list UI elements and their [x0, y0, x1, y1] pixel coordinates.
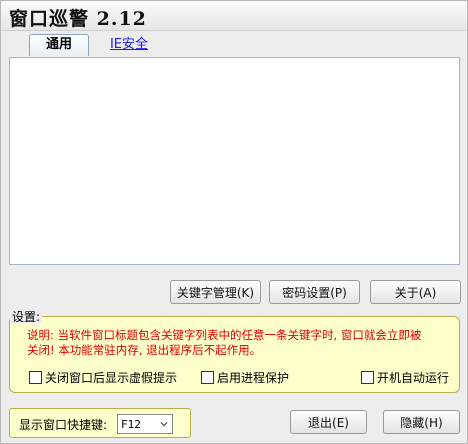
settings-note: 说明: 当软件窗口标题包含关键字列表中的任意一条关键字时, 窗口就会立即被 关闭…: [27, 328, 455, 358]
settings-note-line-2: 关闭! 本功能常驻内存, 退出程序后不起作用。: [27, 343, 262, 357]
tab-ie-security[interactable]: IE安全: [97, 35, 161, 57]
fake-prompt-checkbox[interactable]: 关闭窗口后显示虚假提示: [29, 369, 177, 385]
checkbox-label: 关闭窗口后显示虚假提示: [45, 370, 178, 385]
checkbox-label: 开机自动运行: [377, 370, 450, 385]
process-protect-checkbox[interactable]: 启用进程保护: [201, 369, 289, 385]
password-settings-button[interactable]: 密码设置(P): [269, 280, 360, 304]
hotkey-select[interactable]: F12: [117, 414, 173, 434]
keyword-window-list[interactable]: [9, 57, 460, 265]
chevron-down-icon: [160, 422, 168, 427]
checkbox-box[interactable]: [201, 370, 214, 384]
window-title: 窗口巡警 2.12: [9, 8, 147, 30]
checkbox-label: 启用进程保护: [217, 370, 290, 385]
exit-button[interactable]: 退出(E): [290, 410, 367, 434]
app-window: 窗口巡警 2.12 通用 IE安全 关键字管理(K) 密码设置(P) 关于(A)…: [0, 0, 468, 444]
about-button[interactable]: 关于(A): [370, 280, 461, 304]
autostart-checkbox[interactable]: 开机自动运行: [361, 369, 449, 385]
settings-legend: 设置:: [10, 310, 43, 324]
checkbox-box[interactable]: [361, 370, 374, 384]
tab-general[interactable]: 通用: [29, 34, 89, 56]
settings-note-line-1: 说明: 当软件窗口标题包含关键字列表中的任意一条关键字时, 窗口就会立即被: [27, 328, 422, 342]
checkbox-box[interactable]: [29, 370, 42, 384]
keyword-manage-button[interactable]: 关键字管理(K): [170, 280, 261, 304]
title-bar[interactable]: 窗口巡警 2.12: [1, 1, 467, 31]
hide-button[interactable]: 隐藏(H): [383, 410, 460, 434]
hotkey-select-value: F12: [121, 417, 141, 431]
hotkey-label: 显示窗口快捷键:: [19, 418, 108, 432]
